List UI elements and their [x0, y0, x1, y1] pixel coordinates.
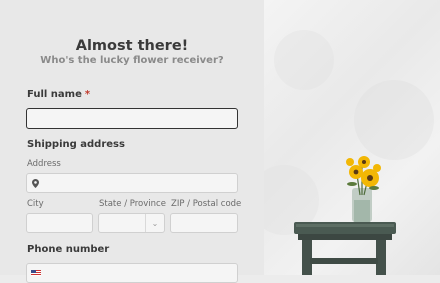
form-panel: Almost there! Who's the lucky flower rec…	[0, 0, 264, 283]
page-title: Almost there!	[75, 38, 189, 54]
full-name-label-text: Full name	[27, 89, 82, 100]
us-flag-icon	[31, 270, 41, 276]
full-name-label: Full name *	[27, 89, 90, 100]
phone-number-label: Phone number	[27, 244, 110, 255]
state-select[interactable]: ⌄	[98, 213, 165, 233]
page-subtitle: Who's the lucky flower receiver?	[40, 55, 224, 66]
location-pin-icon	[32, 179, 39, 188]
address-input[interactable]	[26, 173, 238, 193]
state-label: State / Province	[99, 199, 166, 209]
city-label: City	[27, 199, 44, 209]
zip-label: ZIP / Postal code	[171, 199, 242, 209]
address-label: Address	[27, 159, 61, 169]
phone-input[interactable]	[26, 263, 238, 283]
full-name-input[interactable]	[26, 108, 238, 129]
flower-stool-illustration	[264, 30, 434, 275]
flower-photo	[264, 0, 440, 275]
city-input[interactable]	[26, 213, 93, 233]
shipping-address-heading: Shipping address	[27, 139, 125, 150]
required-mark: *	[84, 89, 91, 100]
chevron-down-icon: ⌄	[145, 214, 164, 232]
zip-input[interactable]	[170, 213, 238, 233]
